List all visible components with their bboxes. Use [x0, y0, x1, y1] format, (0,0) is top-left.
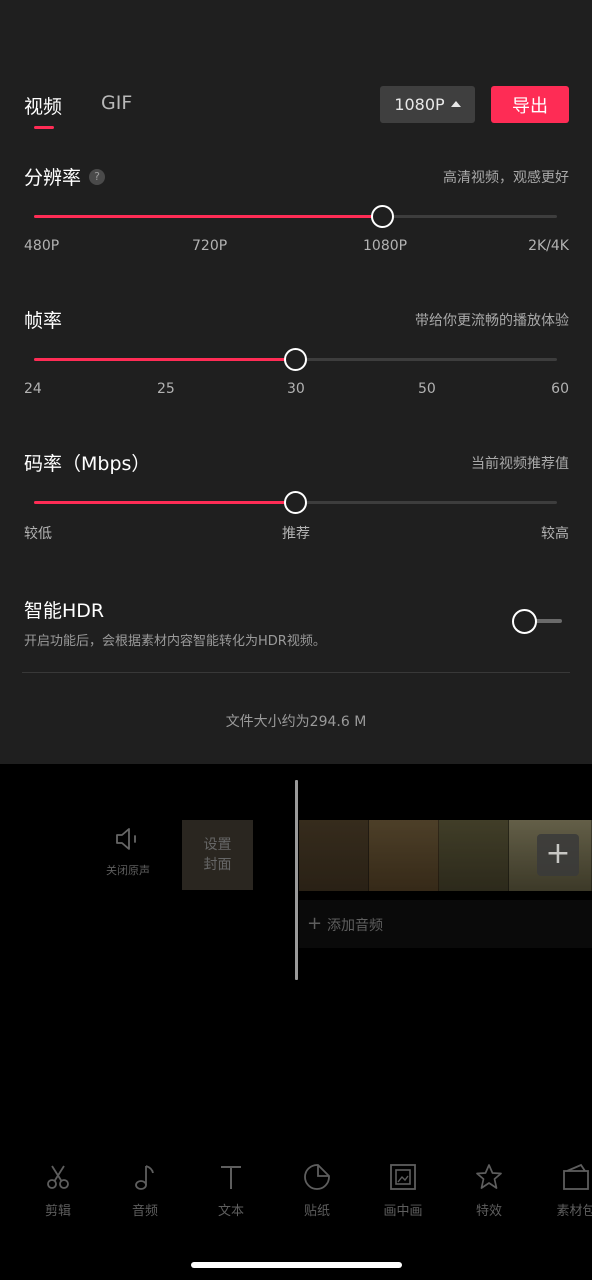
toolbar-label: 素材包	[556, 1204, 592, 1219]
clip-frame	[299, 820, 369, 891]
toolbar-label: 文本	[217, 1204, 244, 1219]
frame-rate-slider-thumb[interactable]	[284, 348, 307, 371]
add-audio-track[interactable]: + 添加音频	[299, 900, 592, 948]
frame-rate-tick: 50	[418, 381, 436, 397]
help-icon[interactable]: ?	[89, 168, 106, 185]
tab-gif[interactable]: GIF	[101, 92, 132, 114]
frame-rate-tick: 24	[24, 381, 42, 397]
frame-rate-slider-fill	[34, 358, 296, 361]
frame-rate-tick: 25	[157, 381, 175, 397]
toolbar-item-effects[interactable]: 特效	[453, 1162, 525, 1219]
set-cover-line2: 封面	[203, 857, 232, 873]
toolbar-label: 音频	[131, 1204, 158, 1219]
toolbar-label: 剪辑	[44, 1204, 71, 1219]
sticker-icon	[304, 1164, 330, 1190]
toolbar-item-sticker[interactable]: 贴纸	[281, 1162, 353, 1219]
bitrate-title-row: 码率（Mbps）	[24, 449, 150, 476]
home-indicator	[191, 1262, 402, 1268]
picture-in-picture-icon	[390, 1164, 416, 1190]
export-settings-sheet: 视频 GIF 1080P 导出 分辨率 ? 高清视频，观感更好 480P 720…	[0, 0, 592, 764]
toolbar-item-text[interactable]: 文本	[195, 1162, 267, 1219]
bitrate-tick: 较低	[24, 526, 52, 542]
toolbar-item-cut[interactable]: 剪辑	[22, 1162, 94, 1219]
export-button[interactable]: 导出	[491, 86, 569, 123]
toolbar-label: 贴纸	[303, 1204, 330, 1219]
toolbar-label: 特效	[475, 1204, 502, 1219]
plus-icon: +	[307, 913, 323, 934]
resolution-dropdown-value: 1080P	[394, 95, 445, 114]
resolution-hint: 高清视频，观感更好	[443, 170, 569, 186]
smart-hdr-description: 开启功能后，会根据素材内容智能转化为HDR视频。	[24, 634, 326, 649]
bitrate-title: 码率（Mbps）	[24, 453, 151, 475]
resolution-slider-fill	[34, 215, 383, 218]
effects-star-icon	[476, 1164, 502, 1189]
resolution-dropdown[interactable]: 1080P	[380, 86, 475, 123]
toolbar-item-material[interactable]: 素材包	[540, 1162, 592, 1219]
resolution-tick: 480P	[24, 238, 60, 254]
resolution-tick: 2K/4K	[528, 238, 569, 254]
toolbar-item-pip[interactable]: 画中画	[367, 1162, 439, 1219]
caret-up-icon	[450, 100, 461, 107]
add-audio-label: 添加音频	[327, 918, 383, 934]
mute-original-sound-label: 关闭原声	[106, 864, 150, 877]
resolution-slider-track[interactable]	[34, 215, 557, 218]
toggle-thumb	[512, 609, 537, 634]
clip-frame	[439, 820, 509, 891]
resolution-title-row: 分辨率 ?	[24, 163, 106, 190]
bitrate-slider-thumb[interactable]	[284, 491, 307, 514]
resolution-tick: 720P	[192, 238, 228, 254]
clip-frame	[369, 820, 439, 891]
divider	[22, 672, 570, 673]
tab-video[interactable]: 视频	[24, 92, 62, 119]
frame-rate-tick: 30	[287, 381, 305, 397]
add-clip-button[interactable]: +	[537, 834, 579, 876]
resolution-slider-thumb[interactable]	[371, 205, 395, 228]
frame-rate-tick: 60	[551, 381, 569, 397]
smart-hdr-title: 智能HDR	[24, 600, 105, 622]
bitrate-hint: 当前视频推荐值	[471, 456, 569, 472]
smart-hdr-toggle[interactable]	[512, 608, 564, 634]
toolbar-item-audio[interactable]: 音频	[109, 1162, 181, 1219]
toolbar-label: 画中画	[383, 1204, 423, 1219]
resolution-title: 分辨率	[24, 167, 82, 189]
file-size-estimate: 文件大小约为294.6 M	[225, 714, 367, 730]
bitrate-slider-fill	[34, 501, 296, 504]
frame-rate-title: 帧率	[24, 310, 63, 332]
active-tab-indicator	[34, 126, 54, 129]
set-cover-label: 设置 封面	[204, 835, 232, 875]
material-pack-icon	[563, 1163, 589, 1190]
music-note-icon	[135, 1165, 154, 1190]
set-cover-button[interactable]: 设置 封面	[182, 820, 253, 890]
text-icon	[221, 1166, 241, 1189]
scissors-icon	[47, 1165, 69, 1189]
frame-rate-title-row: 帧率	[24, 306, 62, 333]
bitrate-tick: 较高	[541, 526, 569, 542]
bitrate-tick: 推荐	[282, 526, 310, 542]
speaker-mute-icon[interactable]	[113, 826, 143, 852]
playhead[interactable]	[295, 780, 298, 980]
frame-rate-hint: 带给你更流畅的播放体验	[415, 313, 569, 329]
resolution-tick: 1080P	[363, 238, 408, 254]
set-cover-line1: 设置	[203, 837, 232, 853]
